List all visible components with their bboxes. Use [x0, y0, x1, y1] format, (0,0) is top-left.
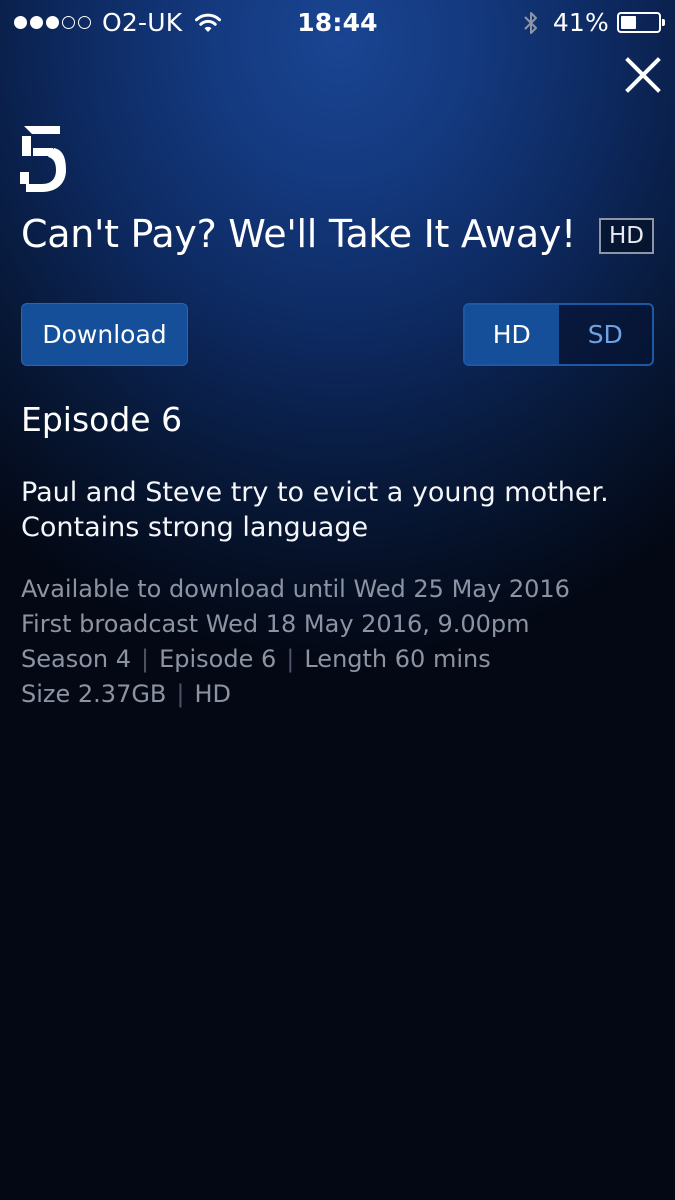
- close-icon[interactable]: [624, 56, 662, 94]
- battery-percentage: 41%: [552, 8, 609, 37]
- size-label: Size 2.37GB: [21, 680, 167, 708]
- status-bar: O2-UK 18:44 41%: [0, 0, 675, 46]
- separator: |: [176, 680, 185, 708]
- availability-text: Available to download until Wed 25 May 2…: [21, 575, 570, 603]
- battery-level-fill: [621, 16, 636, 29]
- season-episode-length: Season 4 | Episode 6 | Length 60 mins: [21, 642, 661, 677]
- quality-option-sd[interactable]: SD: [559, 305, 653, 364]
- episode-title: Episode 6: [21, 400, 183, 439]
- hd-badge: HD: [599, 218, 654, 254]
- bluetooth-icon: [524, 11, 537, 34]
- episode-number-label: Episode 6: [159, 645, 277, 673]
- download-button[interactable]: Download: [21, 303, 188, 366]
- episode-metadata: Available to download until Wed 25 May 2…: [21, 572, 661, 712]
- battery-icon: [617, 12, 665, 33]
- format-label: HD: [194, 680, 232, 708]
- quality-toggle: HD SD: [463, 303, 654, 366]
- first-broadcast-text: First broadcast Wed 18 May 2016, 9.00pm: [21, 610, 530, 638]
- size-format: Size 2.37GB | HD: [21, 677, 661, 712]
- separator: |: [286, 645, 295, 673]
- quality-option-hd[interactable]: HD: [465, 305, 559, 364]
- season-label: Season 4: [21, 645, 132, 673]
- show-title: Can't Pay? We'll Take It Away!: [21, 212, 576, 256]
- episode-description: Paul and Steve try to evict a young moth…: [21, 477, 609, 543]
- status-right: 41%: [523, 8, 665, 37]
- channel-5-logo: [20, 126, 66, 192]
- separator: |: [141, 645, 150, 673]
- length-label: Length 60 mins: [304, 645, 491, 673]
